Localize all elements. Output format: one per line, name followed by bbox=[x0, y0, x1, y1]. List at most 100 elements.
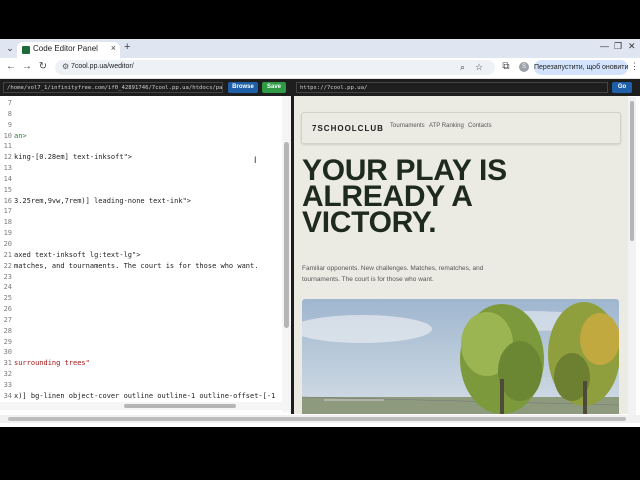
editor-vertical-scrollbar[interactable] bbox=[282, 96, 291, 412]
tab-search-icon[interactable]: ⌄ bbox=[3, 42, 17, 55]
line-number: 23 bbox=[3, 272, 12, 281]
code-line[interactable]: 22 matches, and tournaments. The court is… bbox=[0, 261, 280, 272]
site-preview[interactable]: 7SCHOOLCLUB Tournaments ATP Ranking Cont… bbox=[294, 96, 628, 414]
code-line[interactable]: 25 bbox=[0, 293, 280, 304]
hero-subtitle: Familiar opponents. New challenges. Matc… bbox=[302, 265, 484, 283]
hero-image bbox=[302, 299, 619, 414]
avatar[interactable]: S bbox=[519, 62, 529, 72]
line-number: 28 bbox=[3, 326, 12, 335]
code-line[interactable]: 32 bbox=[0, 369, 280, 380]
code-line[interactable]: 18 bbox=[0, 217, 280, 228]
nav-link-contacts[interactable]: Contacts bbox=[468, 123, 492, 129]
line-number: 10 bbox=[3, 131, 12, 140]
browser-window: ⌄ Code Editor Panel × + — ❐ ✕ ← → ↻ ⚙ 7c… bbox=[0, 39, 640, 427]
file-path-input[interactable]: /home/vol7_1/infinityfree.com/if0_428917… bbox=[3, 82, 223, 93]
code-line[interactable]: 11 bbox=[0, 141, 280, 152]
code-line[interactable]: 26 bbox=[0, 304, 280, 315]
hero-line-3: VICTORY. bbox=[302, 206, 437, 239]
editor-horizontal-thumb[interactable] bbox=[124, 404, 236, 408]
line-number: 15 bbox=[3, 185, 12, 194]
line-number: 8 bbox=[7, 109, 12, 118]
preview-vertical-thumb[interactable] bbox=[630, 101, 634, 241]
line-text[interactable]: king-[0.28em] text-inksoft"> bbox=[14, 153, 132, 161]
line-number: 17 bbox=[3, 207, 12, 216]
editor-vertical-thumb[interactable] bbox=[284, 142, 289, 328]
code-line[interactable]: 23 bbox=[0, 272, 280, 283]
code-line[interactable]: 12 king-[0.28em] text-inksoft"> bbox=[0, 152, 280, 163]
extensions-icon[interactable]: ⧉ bbox=[500, 61, 512, 72]
minimize-icon[interactable]: — bbox=[600, 41, 609, 51]
page-horizontal-thumb[interactable] bbox=[8, 417, 626, 421]
favicon-icon bbox=[22, 46, 30, 54]
line-number: 34 bbox=[3, 391, 12, 400]
code-line[interactable]: 30 bbox=[0, 347, 280, 358]
site-navbar: 7SCHOOLCLUB Tournaments ATP Ranking Cont… bbox=[301, 112, 621, 144]
tab-close-icon[interactable]: × bbox=[111, 43, 116, 53]
code-line[interactable]: 21 axed text-inksoft lg:text-lg"> bbox=[0, 250, 280, 261]
site-info-icon[interactable]: ⚙ bbox=[62, 62, 69, 71]
line-number: 22 bbox=[3, 261, 12, 270]
code-line[interactable]: 14 bbox=[0, 174, 280, 185]
zoom-search-icon[interactable]: ⌕ bbox=[460, 62, 465, 73]
line-text[interactable]: 3.25rem,9vw,7rem)] leading-none text-ink… bbox=[14, 197, 191, 205]
reload-icon[interactable]: ↻ bbox=[37, 61, 49, 72]
code-line[interactable]: 31 surrounding trees" bbox=[0, 358, 280, 369]
browse-button[interactable]: Browse bbox=[228, 82, 258, 93]
line-number: 7 bbox=[7, 99, 12, 107]
close-window-icon[interactable]: ✕ bbox=[628, 41, 636, 52]
hero-title: YOUR PLAY IS ALREADY A VICTORY. bbox=[302, 156, 622, 239]
code-line[interactable]: 34 x)] bg-linen object-cover outline outl… bbox=[0, 391, 280, 402]
code-line[interactable]: 9 bbox=[0, 120, 280, 131]
back-icon[interactable]: ← bbox=[5, 61, 17, 72]
preview-url-input[interactable]: https://7cool.pp.ua/ bbox=[296, 82, 608, 93]
code-line[interactable]: 27 bbox=[0, 315, 280, 326]
code-line[interactable]: 33 bbox=[0, 380, 280, 391]
code-line[interactable]: 7 bbox=[0, 98, 280, 109]
line-number: 32 bbox=[3, 370, 12, 379]
line-text[interactable]: x)] bg-linen object-cover outline outlin… bbox=[14, 392, 275, 400]
save-button[interactable]: Save bbox=[262, 82, 286, 93]
editor-toolbar: /home/vol7_1/infinityfree.com/if0_428917… bbox=[0, 79, 640, 96]
code-line[interactable]: 20 bbox=[0, 239, 280, 250]
code-line[interactable]: 19 bbox=[0, 228, 280, 239]
site-logo[interactable]: 7SCHOOLCLUB bbox=[312, 124, 384, 133]
address-bar[interactable]: ⚙ 7cool.pp.ua/weditor/ ⌕ ☆ bbox=[55, 60, 495, 75]
code-line[interactable]: 17 bbox=[0, 206, 280, 217]
line-text[interactable]: an> bbox=[14, 132, 27, 140]
line-number: 11 bbox=[3, 142, 12, 151]
line-number: 27 bbox=[3, 315, 12, 324]
preview-vertical-scrollbar[interactable] bbox=[628, 97, 636, 415]
code-editor[interactable]: 7 8 9 10 an> 11 12 king-[0.28em] text-inksoft">… bbox=[0, 96, 291, 414]
court-trees-image bbox=[302, 299, 619, 414]
line-number: 9 bbox=[7, 120, 12, 129]
code-line[interactable]: 10 an> bbox=[0, 131, 280, 142]
line-text[interactable]: matches, and tournaments. The court is f… bbox=[14, 262, 258, 270]
code-line[interactable]: 29 bbox=[0, 337, 280, 348]
nav-link-tournaments[interactable]: Tournaments bbox=[390, 123, 425, 129]
line-number: 24 bbox=[3, 283, 12, 292]
code-line[interactable]: 15 bbox=[0, 185, 280, 196]
relaunch-to-update-button[interactable]: Перезапустити, щоб оновити bbox=[534, 60, 628, 75]
code-line[interactable]: 8 bbox=[0, 109, 280, 120]
bookmark-star-icon[interactable]: ☆ bbox=[475, 62, 483, 73]
code-line[interactable]: 13 bbox=[0, 163, 280, 174]
nav-link-atp-ranking[interactable]: ATP Ranking bbox=[429, 123, 464, 129]
code-line[interactable]: 16 3.25rem,9vw,7rem)] leading-none text-i… bbox=[0, 196, 280, 207]
maximize-icon[interactable]: ❐ bbox=[614, 41, 622, 52]
go-button[interactable]: Go bbox=[612, 82, 632, 93]
page-horizontal-scrollbar[interactable] bbox=[0, 415, 640, 423]
line-number: 13 bbox=[3, 164, 12, 173]
line-text[interactable]: axed text-inksoft lg:text-lg"> bbox=[14, 251, 140, 259]
menu-kebab-icon[interactable]: ⋮ bbox=[630, 61, 639, 72]
code-line[interactable]: 28 bbox=[0, 326, 280, 337]
new-tab-button[interactable]: + bbox=[124, 41, 130, 53]
line-number: 16 bbox=[3, 196, 12, 205]
code-lines[interactable]: 7 8 9 10 an> 11 12 king-[0.28em] text-inksoft">… bbox=[0, 98, 280, 412]
tab-code-editor-panel[interactable]: Code Editor Panel × bbox=[17, 42, 120, 58]
code-line[interactable]: 24 bbox=[0, 282, 280, 293]
line-number: 25 bbox=[3, 294, 12, 303]
forward-icon[interactable]: → bbox=[21, 61, 33, 72]
line-text[interactable]: surrounding trees" bbox=[14, 359, 90, 367]
line-number: 14 bbox=[3, 174, 12, 183]
editor-horizontal-scrollbar[interactable] bbox=[0, 402, 282, 410]
